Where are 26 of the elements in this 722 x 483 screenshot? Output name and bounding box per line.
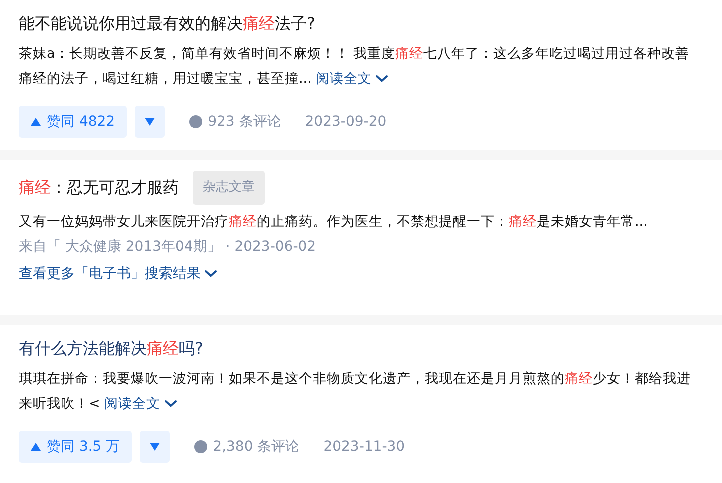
comment-icon — [194, 440, 208, 454]
post-date: 2023-11-30 — [324, 439, 406, 455]
chevron-down-icon — [205, 270, 217, 278]
chevron-down-icon — [376, 75, 388, 84]
upvote-button[interactable]: 赞同 4822 — [19, 106, 128, 138]
type-tag: 杂志文章 — [193, 171, 265, 205]
answer-excerpt: 茶妹a：长期改善不反复，简单有效省时间不麻烦！！ 我重度痛经七八年了：这么多年吃过喝过用过各种改善痛经的法子，喝过红糖，用过暖宝宝，甚至撞... 阅读全文 — [19, 45, 691, 89]
post-date: 2023-09-20 — [305, 114, 387, 130]
triangle-down-icon — [150, 443, 160, 451]
read-more-link[interactable]: 阅读全文 — [104, 396, 177, 412]
result-title[interactable]: 有什么方法能解决痛经吗? — [19, 336, 204, 362]
answer-excerpt: 琪琪在拼命：我要爆吹一波河南！如果不是这个非物质文化遗产，我现在还是月月煎熬的痛经少女！都给我进来听我吹！< 阅读全文 — [19, 370, 692, 414]
downvote-button[interactable] — [135, 106, 166, 138]
result-title[interactable]: 能不能说说你用过最有效的解决痛经法子? — [19, 11, 316, 37]
triangle-up-icon — [31, 118, 41, 126]
comment-icon — [189, 115, 204, 129]
article-excerpt: 又有一位妈妈带女儿来医院开治疗痛经的止痛药。作为医生，不禁想提醒一下：痛经是未婚女青年常... — [19, 213, 649, 232]
more-results-link[interactable]: 查看更多「电子书」搜索结果 — [19, 265, 217, 283]
result-title[interactable]: 痛经：忍无可忍才服药 — [19, 175, 179, 201]
upvote-button[interactable]: 赞同 3.5 万 — [19, 431, 132, 463]
triangle-down-icon — [145, 118, 156, 126]
downvote-button[interactable] — [140, 431, 170, 463]
triangle-up-icon — [31, 443, 41, 451]
read-more-link[interactable]: 阅读全文 — [316, 71, 388, 87]
chevron-down-icon — [164, 400, 177, 408]
source-info: 来自「 大众健康 2013年04期」 · 2023-06-02 — [19, 238, 318, 257]
